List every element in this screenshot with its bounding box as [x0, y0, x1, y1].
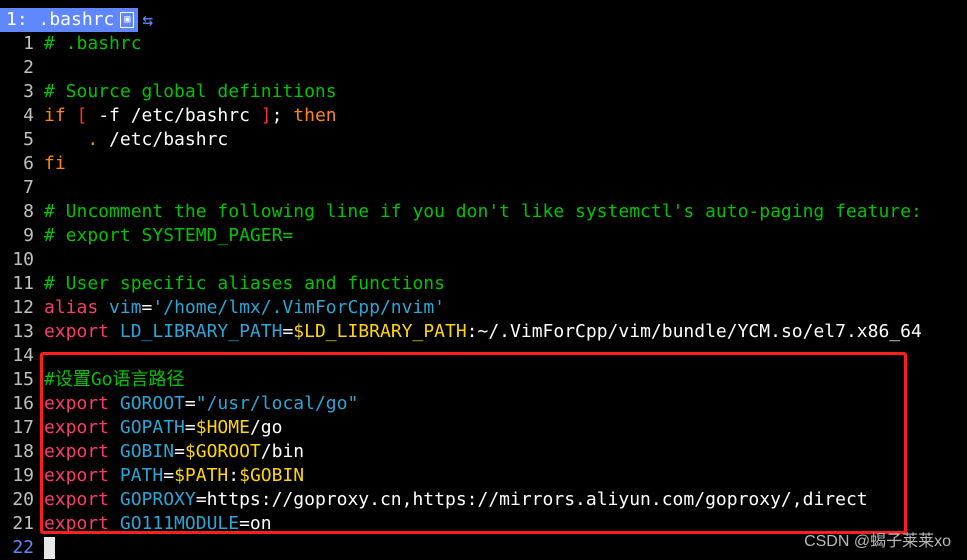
- line-code: # User specific aliases and functions: [44, 272, 967, 296]
- tabline: 1: .bashrc ▣ ⇆: [0, 8, 153, 32]
- line-number: 10: [12, 249, 34, 270]
- code-token: # export SYSTEMD_PAGER=: [44, 225, 294, 246]
- line-code: if [ -f /etc/bashrc ]; then: [44, 104, 967, 128]
- switch-tab-icon[interactable]: ⇆: [142, 10, 153, 31]
- editor-line[interactable]: 13 export LD_LIBRARY_PATH=$LD_LIBRARY_PAT…: [0, 320, 967, 344]
- code-token: # User specific aliases and functions: [44, 273, 445, 294]
- editor-line[interactable]: 6 fi: [0, 152, 967, 176]
- line-number: 9: [23, 225, 34, 246]
- line-number: 22: [12, 537, 34, 558]
- editor-line[interactable]: 11 # User specific aliases and functions: [0, 272, 967, 296]
- line-code: # Uncomment the following line if you do…: [44, 200, 967, 224]
- code-token: '/home/lmx/.VimForCpp/nvim': [152, 297, 445, 318]
- watermark: CSDN @蝎子莱莱xo: [804, 533, 951, 550]
- code-token: # Source global definitions: [44, 81, 337, 102]
- code-token: # Uncomment the following line if you do…: [44, 201, 922, 222]
- editor-line[interactable]: 5 . /etc/bashrc: [0, 128, 967, 152]
- code-token: LD_LIBRARY_PATH: [119, 321, 283, 342]
- code-token: [: [76, 105, 88, 126]
- editor-line[interactable]: 8 # Uncomment the following line if you d…: [0, 200, 967, 224]
- line-number: 6: [23, 153, 34, 174]
- code-token: ]: [260, 105, 272, 126]
- code-token: fi: [44, 153, 66, 174]
- editor-line[interactable]: 10: [0, 248, 967, 272]
- tab-label: 1: .bashrc: [6, 9, 115, 30]
- code-token: /etc/bashrc: [98, 129, 229, 150]
- line-number: 20: [12, 489, 34, 510]
- line-number: 13: [12, 321, 34, 342]
- line-code: # .bashrc: [44, 32, 967, 56]
- code-token: if: [44, 105, 66, 126]
- code-token: vim: [109, 297, 142, 318]
- line-number: 4: [23, 105, 34, 126]
- line-number: 14: [12, 345, 34, 366]
- line-number: 11: [12, 273, 34, 294]
- line-number: 18: [12, 441, 34, 462]
- code-token: .: [87, 129, 99, 150]
- line-number: 12: [12, 297, 34, 318]
- line-number: 7: [23, 177, 34, 198]
- line-number: 1: [23, 33, 34, 54]
- code-token: ;: [271, 105, 294, 126]
- editor-line[interactable]: 9 # export SYSTEMD_PAGER=: [0, 224, 967, 248]
- line-number: 2: [23, 57, 34, 78]
- tab-bashrc[interactable]: 1: .bashrc ▣: [0, 8, 139, 32]
- line-number: 15: [12, 369, 34, 390]
- code-token: alias: [44, 297, 99, 318]
- line-code: # export SYSTEMD_PAGER=: [44, 224, 967, 248]
- modified-marker-icon: ▣: [120, 12, 135, 28]
- line-number: 21: [12, 513, 34, 534]
- editor-line[interactable]: 1 # .bashrc: [0, 32, 967, 56]
- editor-line[interactable]: 12 alias vim='/home/lmx/.VimForCpp/nvim': [0, 296, 967, 320]
- line-number: 16: [12, 393, 34, 414]
- highlight-annotation-box: [40, 352, 907, 534]
- code-token: -f /etc/bashrc: [87, 105, 261, 126]
- line-number: 3: [23, 81, 34, 102]
- line-number: 17: [12, 417, 34, 438]
- code-token: export: [44, 321, 110, 342]
- editor-line[interactable]: 4 if [ -f /etc/bashrc ]; then: [0, 104, 967, 128]
- line-code: fi: [44, 152, 967, 176]
- editor-line[interactable]: 7: [0, 176, 967, 200]
- code-token: :~/.VimForCpp/vim/bundle/YCM.so/el7.x86_…: [466, 321, 922, 342]
- line-number: 5: [23, 129, 34, 150]
- code-token: then: [293, 105, 337, 126]
- code-token: # .bashrc: [44, 33, 142, 54]
- editor-line[interactable]: 2: [0, 56, 967, 80]
- code-token: =: [141, 297, 153, 318]
- line-code: . /etc/bashrc: [44, 128, 967, 152]
- editor-line[interactable]: 3 # Source global definitions: [0, 80, 967, 104]
- code-token: $LD_LIBRARY_PATH: [293, 321, 467, 342]
- line-number: 8: [23, 201, 34, 222]
- line-code: export LD_LIBRARY_PATH=$LD_LIBRARY_PATH:…: [44, 320, 967, 344]
- text-cursor: [44, 537, 55, 559]
- line-code: # Source global definitions: [44, 80, 967, 104]
- line-number: 19: [12, 465, 34, 486]
- code-token: =: [282, 321, 294, 342]
- line-code: alias vim='/home/lmx/.VimForCpp/nvim': [44, 296, 967, 320]
